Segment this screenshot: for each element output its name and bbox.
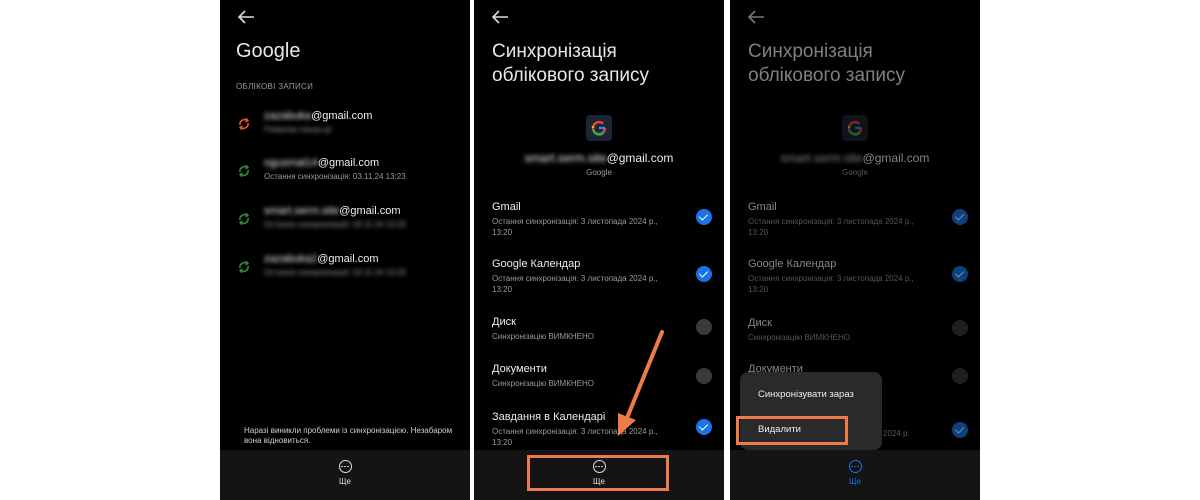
highlight-more-button <box>527 455 669 491</box>
highlight-delete-item <box>736 416 848 445</box>
annotation-arrow <box>618 330 664 436</box>
